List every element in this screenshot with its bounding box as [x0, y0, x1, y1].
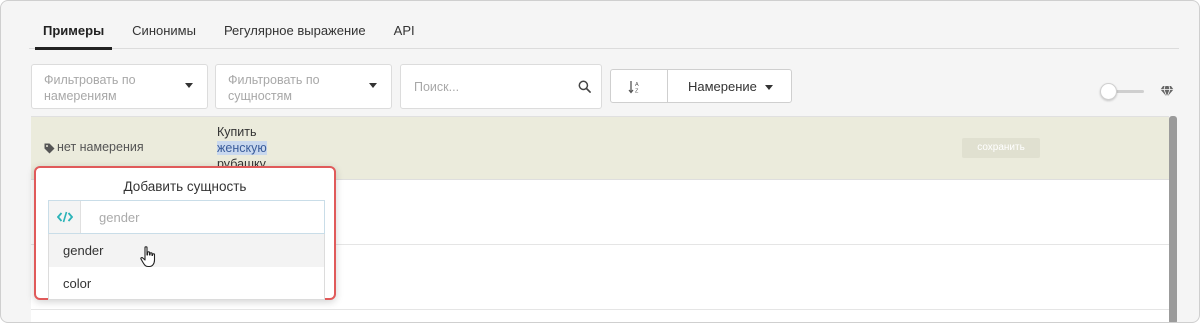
intent-filter-placeholder: Фильтровать по намерениям: [44, 73, 136, 103]
hand-cursor-icon: [140, 246, 156, 268]
svg-text:Z: Z: [635, 89, 639, 95]
sort-group: A Z Намерение: [610, 69, 792, 103]
tab-bar: Примеры Синонимы Регулярное выражение AP…: [29, 11, 1179, 50]
tag-icon: [44, 143, 55, 154]
tab-examples[interactable]: Примеры: [29, 11, 118, 50]
intent-filter-select[interactable]: Фильтровать по намерениям: [31, 64, 208, 109]
code-icon-box: [49, 201, 81, 233]
mode-toggle[interactable]: [1100, 83, 1146, 100]
row-divider: [31, 309, 1169, 310]
entity-option-color[interactable]: color: [49, 267, 324, 300]
save-button[interactable]: сохранить: [962, 138, 1040, 158]
sort-by-intent-dropdown[interactable]: Намерение: [668, 70, 791, 102]
tab-synonyms[interactable]: Синонимы: [118, 11, 210, 49]
app-window: Примеры Синонимы Регулярное выражение AP…: [0, 0, 1200, 323]
utterance-text[interactable]: Купить женскую рубашку: [217, 124, 287, 172]
chevron-down-icon: [369, 83, 377, 88]
code-icon: [57, 211, 73, 223]
toggle-knob[interactable]: [1100, 83, 1117, 100]
highlighted-entity-text[interactable]: женскую: [217, 141, 267, 155]
scrollbar[interactable]: [1169, 116, 1177, 322]
entity-options-list: gender color: [48, 234, 325, 300]
tab-regex[interactable]: Регулярное выражение: [210, 11, 380, 49]
search-icon[interactable]: [578, 80, 591, 93]
entity-option-gender[interactable]: gender: [49, 234, 324, 267]
intent-label[interactable]: нет намерения: [57, 140, 144, 154]
svg-text:A: A: [635, 82, 639, 88]
entity-filter-placeholder: Фильтровать по сущностям: [228, 73, 320, 103]
utterance-line: Купить: [217, 125, 257, 139]
popover-title: Добавить сущность: [123, 179, 247, 194]
search-input[interactable]: Поиск...: [400, 64, 602, 109]
entity-search-input[interactable]: [81, 201, 321, 233]
sort-direction-button[interactable]: A Z: [611, 70, 668, 102]
entity-filter-select[interactable]: Фильтровать по сущностям: [215, 64, 392, 109]
entity-input-box[interactable]: [48, 200, 325, 234]
sort-by-label: Намерение: [688, 79, 757, 94]
add-entity-popover: Добавить сущность gender color: [34, 166, 336, 300]
search-placeholder: Поиск...: [414, 80, 460, 94]
tab-api[interactable]: API: [380, 11, 429, 49]
chevron-down-icon: [765, 85, 773, 90]
diamond-icon[interactable]: [1160, 85, 1174, 98]
chevron-down-icon: [185, 83, 193, 88]
sort-icon: A Z: [628, 81, 639, 95]
